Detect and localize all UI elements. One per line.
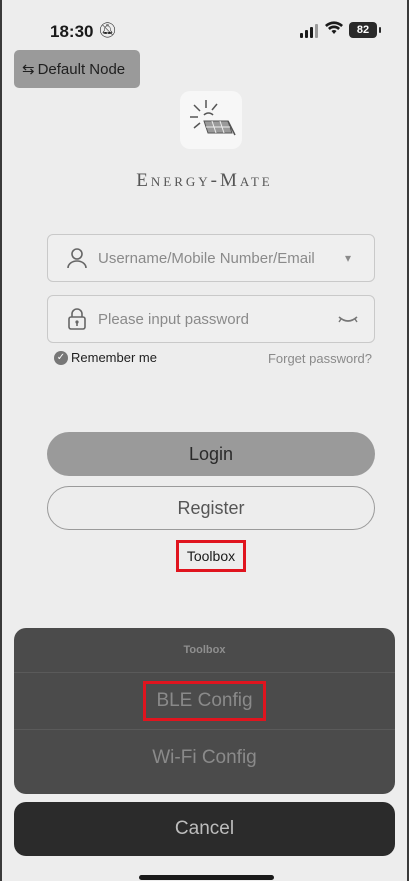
register-button[interactable]: Register	[47, 486, 375, 530]
cellular-signal-icon	[300, 24, 318, 38]
app-logo	[180, 91, 242, 149]
swap-arrows-icon: ⇆	[22, 61, 35, 78]
user-icon	[67, 248, 87, 269]
username-placeholder: Username/Mobile Number/Email	[98, 249, 315, 267]
wifi-icon	[325, 21, 343, 34]
status-time: 18:30	[50, 22, 94, 41]
app-name: Energy-Mate	[136, 170, 273, 191]
default-node-label: Default Node	[37, 60, 126, 78]
home-indicator	[139, 875, 274, 880]
lock-icon	[68, 308, 86, 330]
wifi-config-option[interactable]: Wi-Fi Config	[14, 730, 395, 786]
password-field[interactable]: Please input password	[47, 295, 375, 343]
app-frame: 18:30 🔕︎ 82 ⇆ Default Node Energy-Mate U…	[0, 0, 409, 881]
ble-config-label: BLE Config	[143, 681, 266, 721]
login-button[interactable]: Login	[47, 432, 375, 476]
forget-password-link[interactable]: Forget password?	[268, 351, 372, 366]
dropdown-caret-icon[interactable]: ▾	[336, 248, 360, 268]
remember-me-checkbox[interactable]: ✓ Remember me	[54, 350, 157, 365]
cancel-button[interactable]: Cancel	[14, 802, 395, 856]
default-node-button[interactable]: ⇆ Default Node	[14, 50, 140, 88]
battery-icon: 82	[349, 22, 381, 38]
password-placeholder: Please input password	[98, 310, 249, 328]
check-icon: ✓	[54, 350, 68, 365]
solar-panel-icon	[190, 100, 236, 136]
eye-closed-icon[interactable]	[336, 309, 360, 329]
ble-config-option[interactable]: BLE Config	[14, 673, 395, 730]
toolbox-action-sheet: Toolbox BLE Config Wi-Fi Config	[14, 628, 395, 794]
remember-me-label: Remember me	[71, 350, 157, 365]
username-field[interactable]: Username/Mobile Number/Email ▾	[47, 234, 375, 282]
status-bar: 18:30 🔕︎ 82	[2, 0, 407, 50]
action-sheet-title: Toolbox	[14, 628, 395, 673]
wifi-config-label: Wi-Fi Config	[152, 747, 257, 768]
toolbox-link[interactable]: Toolbox	[176, 540, 246, 572]
silent-bell-icon: 🔕︎	[98, 22, 118, 39]
